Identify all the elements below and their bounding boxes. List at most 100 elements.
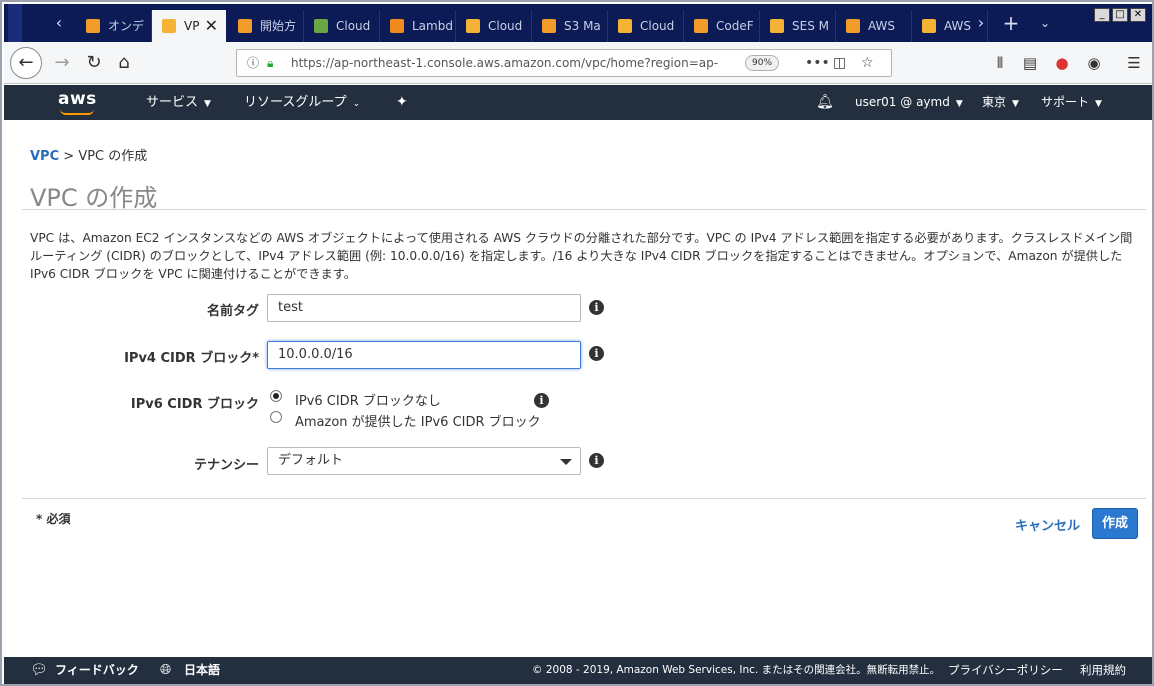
- close-window-icon[interactable]: ✕: [1130, 8, 1146, 22]
- required-note: * 必須: [36, 512, 71, 526]
- site-info-icon[interactable]: ⓘ: [247, 50, 259, 76]
- url-text[interactable]: https://ap-northeast-1.console.aws.amazo…: [291, 50, 731, 76]
- tenancy-select[interactable]: デフォルト: [267, 447, 581, 475]
- ipv6-amazon-radio[interactable]: [270, 411, 282, 423]
- url-bar[interactable]: ⓘ 🔒︎ https://ap-northeast-1.console.aws.…: [236, 49, 892, 77]
- tab-strip-edge: [8, 4, 22, 42]
- tab-favicon-icon: [922, 19, 936, 33]
- ipv4-cidr-label: IPv4 CIDR ブロック*: [124, 351, 259, 366]
- chevron-down-icon: ▼: [204, 99, 211, 109]
- user-menu[interactable]: user01 @ aymd ▼: [855, 85, 963, 122]
- tab-favicon-icon: [314, 19, 328, 33]
- browser-tab[interactable]: Cloud: [304, 10, 380, 42]
- browser-tab[interactable]: CodeF: [684, 10, 760, 42]
- scroll-tabs-right-icon[interactable]: ›: [966, 4, 996, 42]
- tab-favicon-icon: [770, 19, 784, 33]
- ipv6-none-label[interactable]: IPv6 CIDR ブロックなし: [295, 390, 441, 409]
- page-description: VPC は、Amazon EC2 インスタンスなどの AWS オブジェクトによっ…: [30, 231, 1133, 281]
- home-icon[interactable]: ⌂: [110, 49, 138, 77]
- tab-label: Cloud: [640, 19, 675, 33]
- resource-groups-menu[interactable]: リソースグループ ⌄: [244, 85, 360, 122]
- browser-tab[interactable]: Cloud: [456, 10, 532, 42]
- ipv4-cidr-info-icon[interactable]: i: [589, 346, 604, 361]
- browser-tab[interactable]: 開始方: [228, 10, 304, 42]
- browser-tab[interactable]: S3 Ma: [532, 10, 608, 42]
- breadcrumb-current: VPC の作成: [78, 149, 148, 164]
- browser-tab[interactable]: オンデ: [76, 10, 152, 42]
- page-actions-icon[interactable]: •••: [805, 50, 830, 76]
- globe-icon: 🌐︎: [160, 662, 172, 678]
- name-tag-input[interactable]: test: [267, 294, 581, 322]
- console-footer: 💬︎ フィードバック 🌐︎ 日本語 © 2008 - 2019, Amazon …: [4, 657, 1152, 684]
- region-menu-label: 東京: [982, 95, 1007, 109]
- notification-bell-icon[interactable]: 🔔︎: [816, 85, 834, 120]
- forward-arrow-icon[interactable]: →: [48, 49, 76, 77]
- sidebar-icon[interactable]: ▤: [1016, 49, 1044, 77]
- tab-label: AWS: [868, 19, 896, 33]
- services-menu[interactable]: サービス ▼: [146, 85, 211, 122]
- browser-tab[interactable]: Lambd: [380, 10, 456, 42]
- tab-label: 開始方: [260, 19, 297, 33]
- tab-label: Cloud: [488, 19, 523, 33]
- browser-toolbar: ← → ↻ ⌂ ⓘ 🔒︎ https://ap-northeast-1.cons…: [4, 42, 1152, 84]
- tab-label: S3 Ma: [564, 19, 601, 33]
- tab-favicon-icon: [238, 19, 252, 33]
- breadcrumb: VPC > VPC の作成: [30, 145, 147, 164]
- support-menu[interactable]: サポート ▼: [1041, 85, 1102, 122]
- chevron-down-icon: ▼: [955, 99, 963, 109]
- bookmark-star-icon[interactable]: ☆: [861, 50, 874, 76]
- terms-link[interactable]: 利用規約: [1080, 657, 1126, 684]
- zoom-level-badge[interactable]: 90%: [745, 55, 780, 71]
- cancel-button[interactable]: キャンセル: [1015, 515, 1080, 534]
- language-selector[interactable]: 日本語: [184, 657, 220, 684]
- name-tag-info-icon[interactable]: i: [589, 300, 604, 315]
- tenancy-info-icon[interactable]: i: [589, 453, 604, 468]
- support-menu-label: サポート: [1041, 95, 1090, 109]
- region-menu[interactable]: 東京 ▼: [982, 85, 1019, 122]
- browser-tab[interactable]: VP ✕: [152, 10, 226, 42]
- close-tab-icon[interactable]: ✕: [205, 10, 218, 42]
- breadcrumb-vpc-link[interactable]: VPC: [30, 149, 59, 164]
- create-button[interactable]: 作成: [1092, 508, 1138, 539]
- aws-logo-smile: [60, 109, 94, 115]
- back-arrow-icon[interactable]: ←: [10, 47, 42, 79]
- ipv6-amazon-label[interactable]: Amazon が提供した IPv6 CIDR ブロック: [295, 411, 541, 430]
- services-menu-label: サービス: [146, 95, 199, 110]
- aws-logo[interactable]: aws: [58, 89, 97, 109]
- tab-favicon-icon: [542, 19, 556, 33]
- new-tab-icon[interactable]: +: [996, 4, 1026, 42]
- library-icon[interactable]: ⫴: [986, 49, 1014, 77]
- browser-tab[interactable]: SES M: [760, 10, 836, 42]
- tenancy-label: テナンシー: [193, 458, 259, 473]
- tab-label: SES M: [792, 19, 829, 33]
- browser-tab[interactable]: AWS: [836, 10, 912, 42]
- privacy-policy-link[interactable]: プライバシーポリシー: [948, 657, 1063, 684]
- tab-favicon-icon: [694, 19, 708, 33]
- tab-favicon-icon: [390, 19, 404, 33]
- copyright-text: © 2008 - 2019, Amazon Web Services, Inc.…: [532, 664, 941, 676]
- hamburger-menu-icon[interactable]: ☰: [1120, 49, 1148, 77]
- minimize-window-icon[interactable]: _: [1094, 8, 1110, 22]
- window-controls: _ □ ✕: [1094, 8, 1146, 24]
- maximize-window-icon[interactable]: □: [1112, 8, 1128, 22]
- reload-icon[interactable]: ↻: [80, 49, 108, 77]
- extension-icon[interactable]: ●: [1048, 49, 1076, 77]
- tab-list-chevron-icon[interactable]: ⌄: [1030, 4, 1060, 42]
- tab-favicon-icon: [618, 19, 632, 33]
- ipv6-cidr-info-icon[interactable]: i: [534, 393, 549, 408]
- tab-strip: ‹ オンデ VP ✕ 開始方 Cloud Lambd Cloud S3 Ma Cloud Code…: [4, 4, 1152, 42]
- ipv4-cidr-input[interactable]: 10.0.0.0/16: [267, 341, 581, 369]
- feedback-bubble-icon: 💬︎: [30, 662, 48, 678]
- pin-icon[interactable]: ✦: [396, 85, 408, 120]
- tab-label: Lambd: [412, 19, 453, 33]
- ipv6-none-radio[interactable]: [270, 390, 282, 402]
- browser-window: ‹ オンデ VP ✕ 開始方 Cloud Lambd Cloud S3 Ma Cloud Code…: [0, 0, 1154, 686]
- feedback-link[interactable]: フィードバック: [55, 657, 139, 684]
- breadcrumb-separator: >: [63, 149, 75, 164]
- account-icon[interactable]: ◉: [1080, 49, 1108, 77]
- pocket-icon[interactable]: ◫: [833, 50, 846, 76]
- ipv6-cidr-label: IPv6 CIDR ブロック: [130, 397, 259, 412]
- chevron-down-icon: ▼: [1012, 99, 1019, 109]
- scroll-tabs-left-icon[interactable]: ‹: [44, 4, 74, 42]
- browser-tab[interactable]: Cloud: [608, 10, 684, 42]
